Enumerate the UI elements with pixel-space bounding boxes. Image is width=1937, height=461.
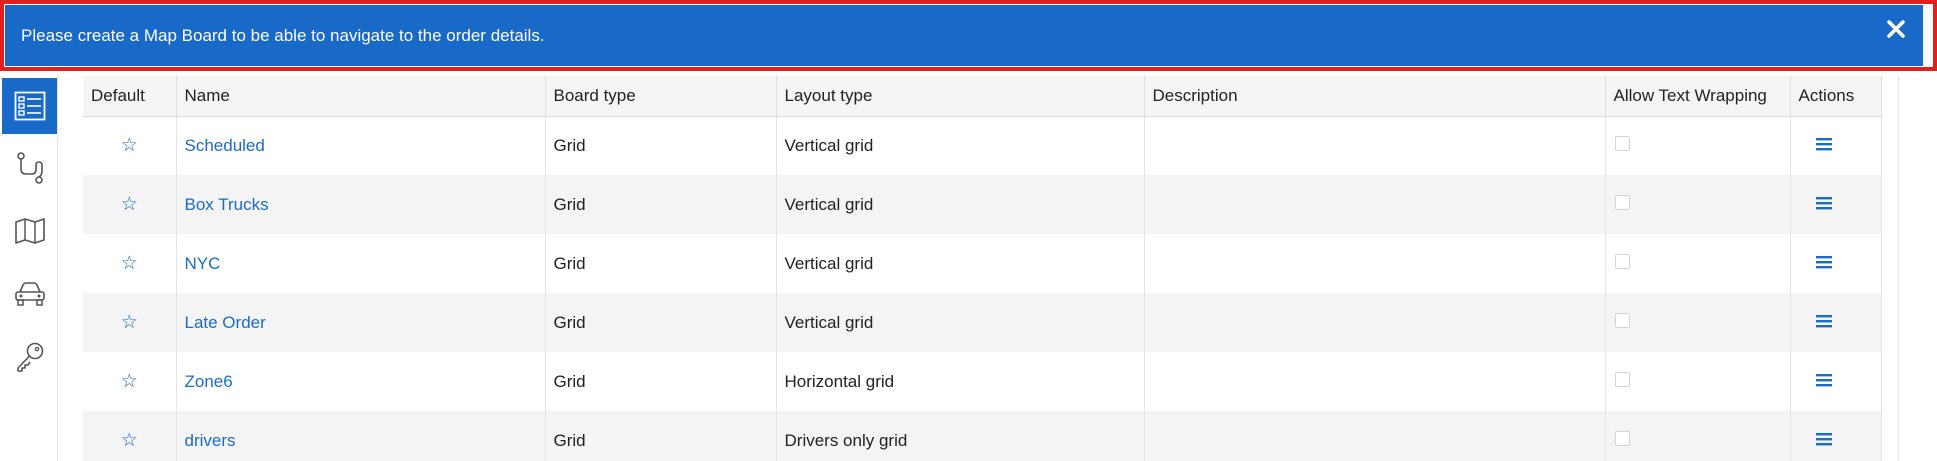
table-row: ☆ NYC Grid Vertical grid — [83, 234, 1882, 293]
col-header-board-type[interactable]: Board type — [545, 76, 777, 117]
hamburger-menu-icon[interactable] — [1815, 314, 1832, 328]
close-icon[interactable] — [1885, 18, 1907, 40]
wrap-cell — [1605, 293, 1791, 352]
name-cell: Box Trucks — [176, 175, 546, 234]
actions-cell — [1790, 116, 1882, 175]
allow-text-wrapping-checkbox[interactable] — [1614, 371, 1630, 387]
col-header-layout-type[interactable]: Layout type — [776, 76, 1145, 117]
name-cell: drivers — [176, 411, 546, 461]
hamburger-menu-icon[interactable] — [1815, 137, 1832, 151]
name-cell: Scheduled — [176, 116, 546, 175]
default-cell: ☆ — [83, 116, 177, 175]
board-name-link[interactable]: Late Order — [185, 313, 266, 332]
wrap-cell — [1605, 175, 1791, 234]
layout-type-cell: Vertical grid — [776, 234, 1145, 293]
hamburger-menu-icon[interactable] — [1815, 196, 1832, 210]
board-type-cell: Grid — [545, 175, 777, 234]
boards-table: Default Name Board type Layout type Desc… — [83, 76, 1882, 461]
star-icon[interactable]: ☆ — [121, 253, 138, 274]
description-cell — [1144, 175, 1606, 234]
description-cell — [1144, 293, 1606, 352]
default-cell: ☆ — [83, 411, 177, 461]
default-cell: ☆ — [83, 175, 177, 234]
board-name-link[interactable]: drivers — [185, 431, 236, 450]
actions-cell — [1790, 293, 1882, 352]
car-icon — [14, 282, 45, 306]
table-row: ☆ Scheduled Grid Vertical grid — [83, 116, 1882, 175]
actions-cell — [1790, 411, 1882, 461]
default-cell: ☆ — [83, 234, 177, 293]
hamburger-menu-icon[interactable] — [1815, 255, 1832, 269]
description-cell — [1144, 116, 1606, 175]
star-icon[interactable]: ☆ — [121, 135, 138, 156]
star-icon[interactable]: ☆ — [121, 430, 138, 451]
key-icon — [16, 342, 43, 372]
actions-cell — [1790, 234, 1882, 293]
wrap-cell — [1605, 352, 1791, 411]
allow-text-wrapping-checkbox[interactable] — [1614, 135, 1630, 151]
wrap-cell — [1605, 411, 1791, 461]
name-cell: Zone6 — [176, 352, 546, 411]
nav-item-map[interactable] — [2, 203, 57, 259]
description-cell — [1144, 234, 1606, 293]
nav-item-vehicles[interactable] — [2, 266, 57, 322]
boards-table-container: Default Name Board type Layout type Desc… — [83, 76, 1898, 461]
layout-type-cell: Vertical grid — [776, 293, 1145, 352]
table-row: ☆ drivers Grid Drivers only grid — [83, 411, 1882, 461]
col-header-actions: Actions — [1790, 76, 1882, 117]
table-header-row: Default Name Board type Layout type Desc… — [83, 76, 1882, 117]
board-type-cell: Grid — [545, 293, 777, 352]
board-name-link[interactable]: Scheduled — [185, 136, 265, 155]
allow-text-wrapping-checkbox[interactable] — [1614, 194, 1630, 210]
star-icon[interactable]: ☆ — [121, 371, 138, 392]
wrap-cell — [1605, 116, 1791, 175]
hamburger-menu-icon[interactable] — [1815, 373, 1832, 387]
banner-message: Please create a Map Board to be able to … — [21, 25, 545, 45]
board-name-link[interactable]: NYC — [185, 254, 221, 273]
layout-type-cell: Vertical grid — [776, 175, 1145, 234]
side-nav-rail — [0, 76, 58, 461]
default-cell: ☆ — [83, 352, 177, 411]
col-header-default[interactable]: Default — [83, 76, 177, 117]
nav-item-boards[interactable] — [2, 78, 57, 134]
allow-text-wrapping-checkbox[interactable] — [1614, 430, 1630, 446]
board-list-icon — [14, 91, 45, 121]
name-cell: Late Order — [176, 293, 546, 352]
layout-type-cell: Vertical grid — [776, 116, 1145, 175]
actions-cell — [1790, 175, 1882, 234]
board-type-cell: Grid — [545, 116, 777, 175]
star-icon[interactable]: ☆ — [121, 194, 138, 215]
name-cell: NYC — [176, 234, 546, 293]
nav-item-keys[interactable] — [2, 329, 57, 385]
layout-type-cell: Drivers only grid — [776, 411, 1145, 461]
description-cell — [1144, 352, 1606, 411]
col-header-name[interactable]: Name — [176, 76, 546, 117]
allow-text-wrapping-checkbox[interactable] — [1614, 253, 1630, 269]
allow-text-wrapping-checkbox[interactable] — [1614, 312, 1630, 328]
layout-type-cell: Horizontal grid — [776, 352, 1145, 411]
board-name-link[interactable]: Zone6 — [185, 372, 233, 391]
table-row: ☆ Zone6 Grid Horizontal grid — [83, 352, 1882, 411]
table-scroll-gutter — [1898, 76, 1937, 461]
map-icon — [14, 218, 45, 244]
board-type-cell: Grid — [545, 234, 777, 293]
board-type-cell: Grid — [545, 411, 777, 461]
table-row: ☆ Late Order Grid Vertical grid — [83, 293, 1882, 352]
description-cell — [1144, 411, 1606, 461]
nav-item-routes[interactable] — [2, 140, 57, 196]
hamburger-menu-icon[interactable] — [1815, 432, 1832, 446]
route-icon — [16, 152, 43, 184]
col-header-description[interactable]: Description — [1144, 76, 1606, 117]
star-icon[interactable]: ☆ — [121, 312, 138, 333]
wrap-cell — [1605, 234, 1791, 293]
notification-banner: Please create a Map Board to be able to … — [5, 5, 1923, 66]
col-header-allow-text-wrapping[interactable]: Allow Text Wrapping — [1605, 76, 1791, 117]
board-name-link[interactable]: Box Trucks — [185, 195, 269, 214]
default-cell: ☆ — [83, 293, 177, 352]
board-type-cell: Grid — [545, 352, 777, 411]
table-row: ☆ Box Trucks Grid Vertical grid — [83, 175, 1882, 234]
actions-cell — [1790, 352, 1882, 411]
